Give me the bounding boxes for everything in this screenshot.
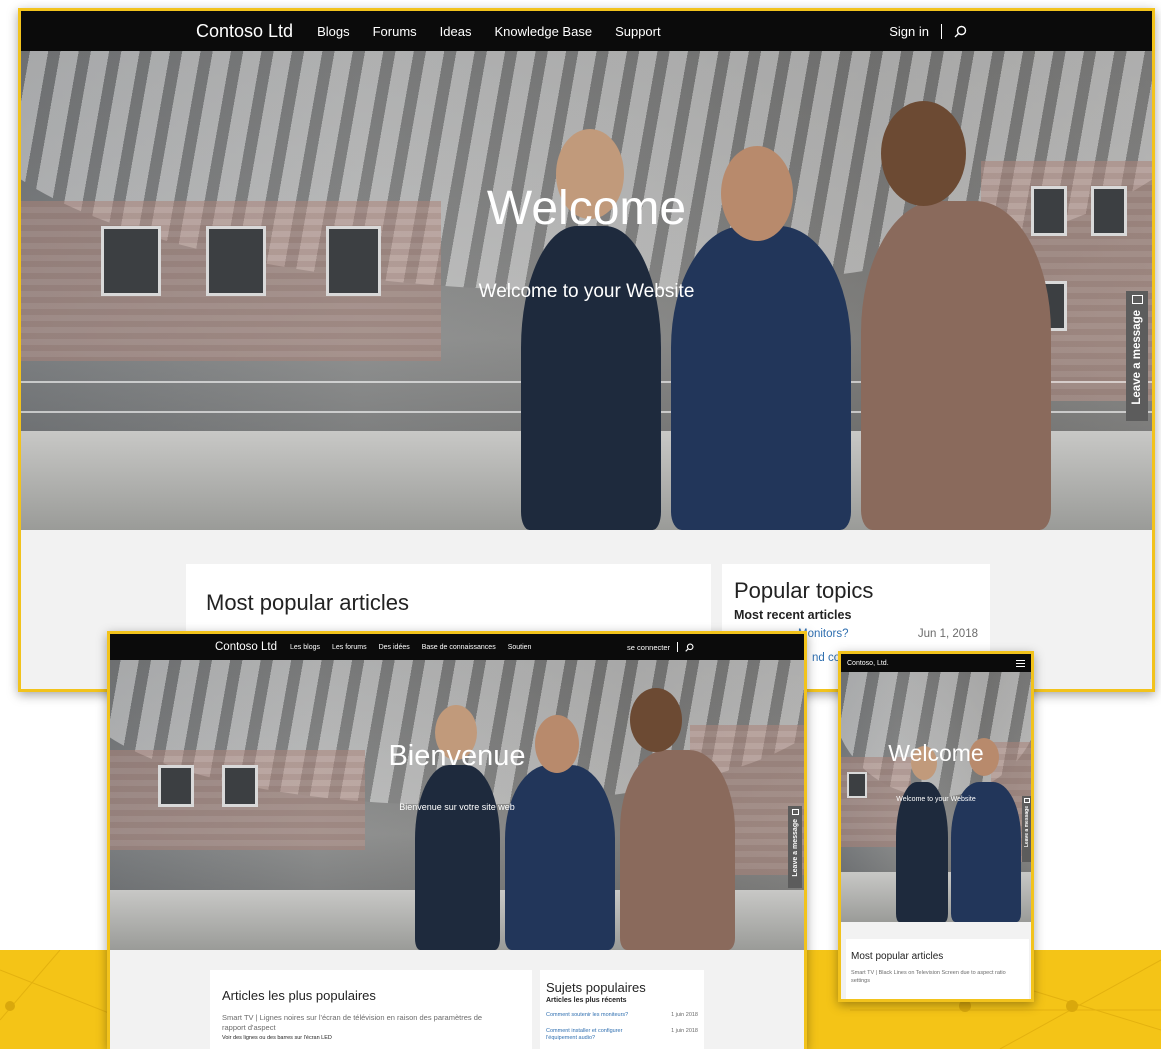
nav-link-knowledge-base[interactable]: Base de connaissances	[422, 644, 496, 651]
hero-subtitle: Bienvenue sur votre site web	[399, 802, 515, 812]
most-popular-articles-card: Most popular articles Smart TV | Black L…	[846, 939, 1029, 999]
top-nav-bar: Contoso Ltd Les blogs Les forums Des idé…	[110, 634, 804, 660]
nav-link-ideas[interactable]: Ideas	[440, 24, 472, 39]
nav-divider	[941, 23, 942, 39]
hero-person-woman	[415, 765, 500, 950]
hero-banner: Welcome Welcome to your Website	[21, 51, 1152, 530]
top-nav-bar: Contoso, Ltd.	[841, 654, 1031, 672]
hamburger-menu-icon[interactable]	[1016, 659, 1025, 667]
brand-logo-text[interactable]: Contoso, Ltd.	[847, 660, 889, 667]
topic-item-date: 1 juin 2018	[671, 1012, 698, 1018]
hero-person-man-center	[951, 782, 1021, 922]
popular-topics-card: Sujets populaires Articles les plus réce…	[540, 970, 704, 1049]
hero-banner: Welcome Welcome to your Website	[841, 672, 1031, 922]
leave-message-tab[interactable]: Leave a message	[788, 806, 802, 888]
nav-link-blogs[interactable]: Les blogs	[290, 644, 320, 651]
nav-divider	[677, 642, 678, 652]
leave-message-tab[interactable]: Leave a message	[1126, 291, 1148, 421]
mail-icon	[1024, 798, 1030, 803]
hero-person-woman	[896, 782, 948, 922]
topic-item-title[interactable]: Comment soutenir les moniteurs?	[546, 1012, 628, 1018]
leave-message-label: Leave a message	[1131, 310, 1143, 405]
leave-message-label: Leave a message	[1024, 806, 1030, 848]
hero-subtitle: Welcome to your Website	[896, 796, 976, 803]
topic-item-title[interactable]: Comment installer et configurer l'équipe…	[546, 1028, 651, 1042]
mail-icon	[791, 809, 799, 815]
nav-link-knowledge-base[interactable]: Knowledge Base	[494, 24, 592, 39]
search-icon[interactable]	[685, 642, 694, 652]
topic-item-date: Jun 1, 2018	[917, 628, 978, 640]
most-popular-articles-heading: Most popular articles	[206, 590, 409, 615]
most-recent-articles-heading: Articles les plus récents	[546, 997, 627, 1004]
brand-logo-text[interactable]: Contoso Ltd	[196, 21, 293, 42]
most-popular-articles-heading: Most popular articles	[851, 951, 944, 962]
hero-person-man-center	[671, 226, 851, 530]
desktop-english-screenshot: Contoso Ltd Blogs Forums Ideas Knowledge…	[18, 8, 1155, 692]
nav-link-forums[interactable]: Les forums	[332, 644, 367, 651]
mobile-screenshot: Contoso, Ltd. Welcome Welcome to your We…	[838, 651, 1034, 1002]
topic-item[interactable]: Comment installer et configurer l'équipe…	[546, 1028, 698, 1042]
hero-person-man-right	[620, 750, 735, 950]
most-popular-articles-heading: Articles les plus populaires	[222, 988, 376, 1003]
hero-window	[847, 772, 867, 798]
topic-item-date: 1 juin 2018	[671, 1028, 698, 1034]
article-title-link[interactable]: Smart TV | Lignes noires sur l'écran de …	[222, 1013, 502, 1033]
article-snippet: Voir des lignes ou des barres sur l'écra…	[222, 1035, 332, 1042]
top-nav-bar: Contoso Ltd Blogs Forums Ideas Knowledge…	[21, 11, 1152, 51]
hero-person-man-center	[505, 765, 615, 950]
search-icon[interactable]	[954, 25, 967, 38]
hero-subtitle: Welcome to your Website	[478, 281, 695, 302]
brand-logo-text[interactable]: Contoso Ltd	[215, 641, 277, 653]
popular-topics-heading: Sujets populaires	[546, 980, 646, 995]
nav-link-support[interactable]: Soutien	[508, 644, 532, 651]
popular-topics-heading: Popular topics	[734, 578, 874, 603]
mail-icon	[1131, 295, 1143, 304]
nav-link-ideas[interactable]: Des idées	[379, 644, 410, 651]
topic-item[interactable]: Comment soutenir les moniteurs? 1 juin 2…	[546, 1012, 698, 1018]
hero-title: Bienvenue	[388, 740, 526, 772]
hero-banner: Bienvenue Bienvenue sur votre site web	[110, 660, 804, 950]
hero-title: Welcome	[486, 182, 687, 235]
hero-person-woman	[521, 226, 661, 530]
hero-person-man-right	[861, 201, 1051, 530]
most-popular-articles-card: Articles les plus populaires Smart TV | …	[210, 970, 532, 1049]
leave-message-tab[interactable]: Leave a message	[1022, 796, 1031, 862]
nav-link-blogs[interactable]: Blogs	[317, 24, 350, 39]
most-recent-articles-heading: Most recent articles	[734, 608, 852, 622]
hero-title: Welcome	[888, 740, 984, 766]
article-title-link[interactable]: Smart TV | Black Lines on Television Scr…	[851, 970, 1024, 985]
desktop-french-screenshot: Contoso Ltd Les blogs Les forums Des idé…	[107, 631, 807, 1049]
sign-in-link[interactable]: se connecter	[627, 643, 670, 652]
nav-link-support[interactable]: Support	[615, 24, 661, 39]
nav-link-forums[interactable]: Forums	[373, 24, 417, 39]
leave-message-label: Leave a message	[791, 819, 799, 877]
sign-in-link[interactable]: Sign in	[889, 24, 929, 39]
